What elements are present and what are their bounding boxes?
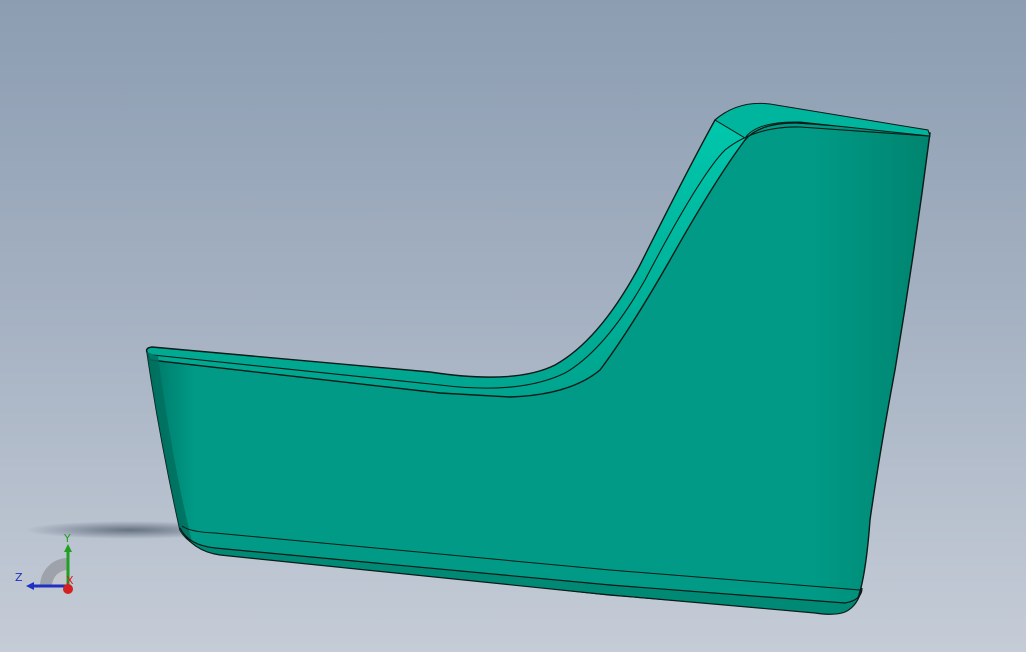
orientation-triad[interactable]: Y Z X [12, 528, 82, 600]
y-axis-label: Y [63, 532, 71, 545]
x-axis-label: X [66, 574, 74, 587]
z-axis-arrow [26, 582, 34, 590]
z-axis-label: Z [15, 571, 23, 584]
y-axis-arrow [64, 544, 72, 552]
model-scene[interactable] [0, 0, 1026, 652]
graphics-viewport[interactable]: Y Z X [0, 0, 1026, 652]
